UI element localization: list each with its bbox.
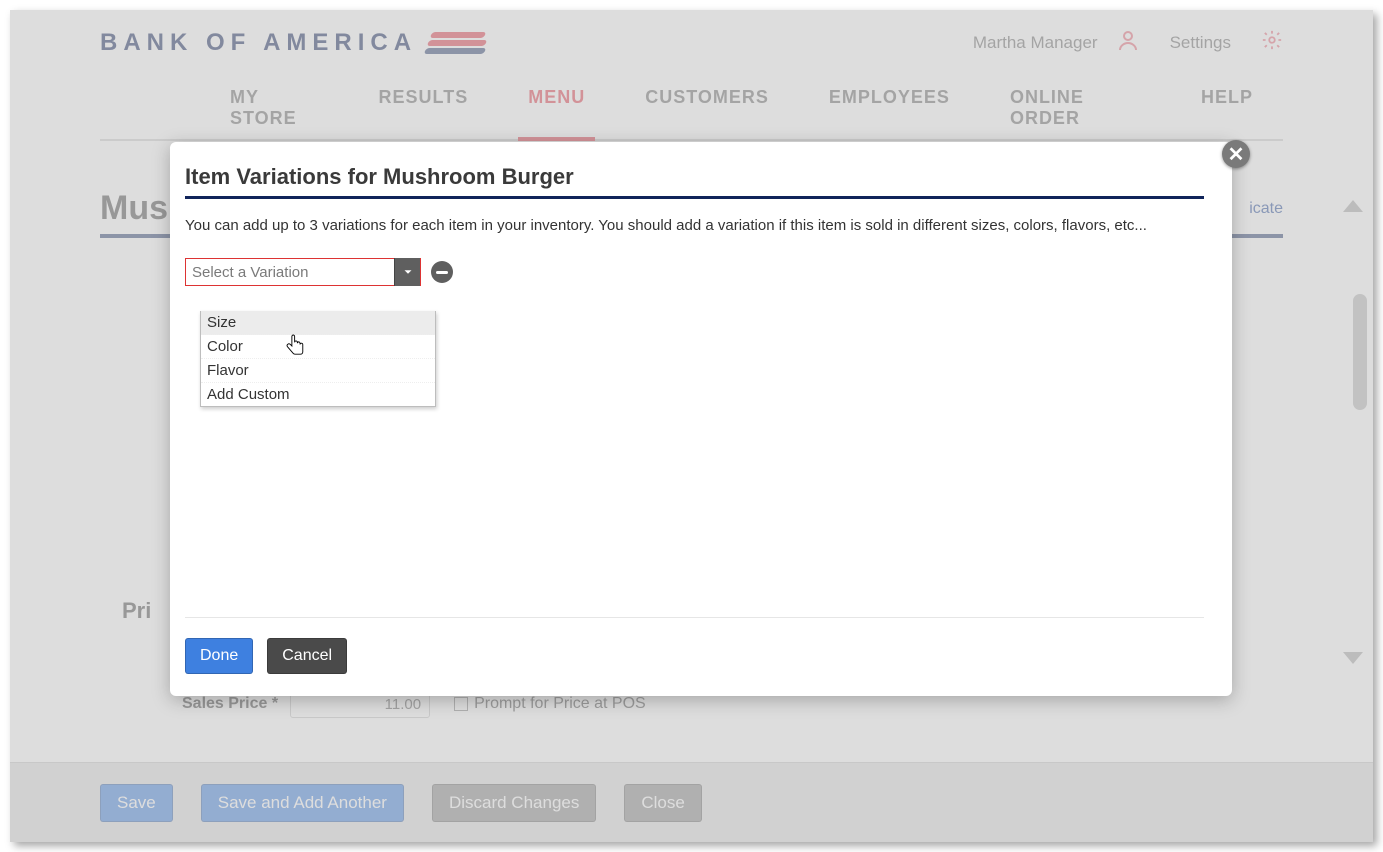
variation-option-flavor[interactable]: Flavor [201, 359, 435, 383]
modal-done-button[interactable]: Done [185, 638, 253, 674]
modal-title: Item Variations for Mushroom Burger [185, 164, 1204, 190]
variations-modal: ✕ Item Variations for Mushroom Burger Yo… [170, 142, 1232, 696]
variation-dropdown-list: SizeColorFlavorAdd Custom [200, 311, 436, 407]
modal-cancel-button[interactable]: Cancel [267, 638, 347, 674]
chevron-down-icon[interactable] [394, 258, 420, 286]
modal-divider [185, 196, 1204, 199]
variation-option-size[interactable]: Size [201, 311, 435, 335]
variation-select-placeholder: Select a Variation [186, 264, 394, 281]
close-icon: ✕ [1228, 142, 1245, 167]
modal-close-button[interactable]: ✕ [1222, 140, 1250, 168]
variation-select[interactable]: Select a Variation [185, 258, 421, 286]
variation-option-color[interactable]: Color [201, 335, 435, 359]
variation-option-add-custom[interactable]: Add Custom [201, 383, 435, 406]
modal-footer: Done Cancel [185, 617, 1204, 674]
app-window: BANK OF AMERICA Martha Manager Settings … [10, 10, 1373, 842]
modal-description: You can add up to 3 variations for each … [185, 217, 1204, 234]
variation-row: Select a Variation [185, 258, 1204, 286]
remove-variation-button[interactable] [431, 261, 453, 283]
